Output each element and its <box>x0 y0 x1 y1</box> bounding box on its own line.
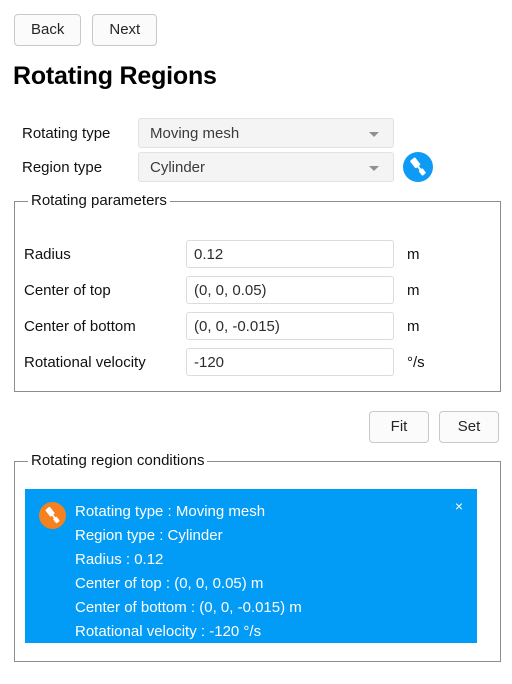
rotational-velocity-unit: °/s <box>407 353 425 371</box>
paint-roller-icon <box>403 152 433 182</box>
region-type-row: Region type Cylinder <box>22 152 394 182</box>
close-icon[interactable]: × <box>455 499 463 513</box>
navigation-bar: Back Next <box>14 14 158 46</box>
back-button[interactable]: Back <box>14 14 82 46</box>
condition-line-radius: Radius : 0.12 <box>75 551 164 568</box>
center-of-top-label: Center of top <box>24 281 111 299</box>
set-button[interactable]: Set <box>439 411 499 443</box>
radius-label: Radius <box>24 245 71 263</box>
rotating-region-condition-item[interactable]: × Rotating type : Moving mesh Region typ… <box>25 489 477 643</box>
rotational-velocity-row: Rotational velocity °/s <box>24 348 425 376</box>
radius-row: Radius m <box>24 240 420 268</box>
rotating-type-row: Rotating type Moving mesh <box>22 118 394 148</box>
condition-line-region-type: Region type : Cylinder <box>75 527 223 544</box>
region-type-label: Region type <box>22 158 103 176</box>
radius-unit: m <box>407 245 420 263</box>
condition-summary: Rotating type : Moving mesh Region type … <box>75 500 463 644</box>
next-button[interactable]: Next <box>92 14 158 46</box>
paint-roller-button[interactable] <box>403 152 433 182</box>
page-title: Rotating Regions <box>13 62 217 90</box>
chevron-down-icon <box>369 166 379 171</box>
rotating-type-value: Moving mesh <box>150 124 240 142</box>
chevron-down-icon <box>369 132 379 137</box>
rotating-region-conditions-group-title: Rotating region conditions <box>28 452 208 469</box>
center-of-top-input[interactable] <box>186 276 394 304</box>
center-of-bottom-row: Center of bottom m <box>24 312 420 340</box>
radius-input[interactable] <box>186 240 394 268</box>
region-type-select[interactable]: Cylinder <box>138 152 394 182</box>
rotational-velocity-input[interactable] <box>186 348 394 376</box>
rotating-type-select[interactable]: Moving mesh <box>138 118 394 148</box>
condition-line-rotational-velocity: Rotational velocity : -120 °/s <box>75 623 262 640</box>
center-of-bottom-input[interactable] <box>186 312 394 340</box>
condition-line-center-of-bottom: Center of bottom : (0, 0, -0.015) m <box>75 599 302 616</box>
fit-button[interactable]: Fit <box>369 411 429 443</box>
center-of-bottom-unit: m <box>407 317 420 335</box>
paint-roller-icon <box>39 502 66 529</box>
region-type-value: Cylinder <box>150 158 206 176</box>
condition-line-rotating-type: Rotating type : Moving mesh <box>75 503 266 520</box>
condition-line-center-of-top: Center of top : (0, 0, 0.05) m <box>75 575 264 592</box>
action-button-row: Fit Set <box>369 411 499 443</box>
center-of-bottom-label: Center of bottom <box>24 317 136 335</box>
center-of-top-unit: m <box>407 281 420 299</box>
rotating-type-label: Rotating type <box>22 124 111 142</box>
rotational-velocity-label: Rotational velocity <box>24 353 146 371</box>
rotating-parameters-group-title: Rotating parameters <box>28 192 170 209</box>
center-of-top-row: Center of top m <box>24 276 420 304</box>
